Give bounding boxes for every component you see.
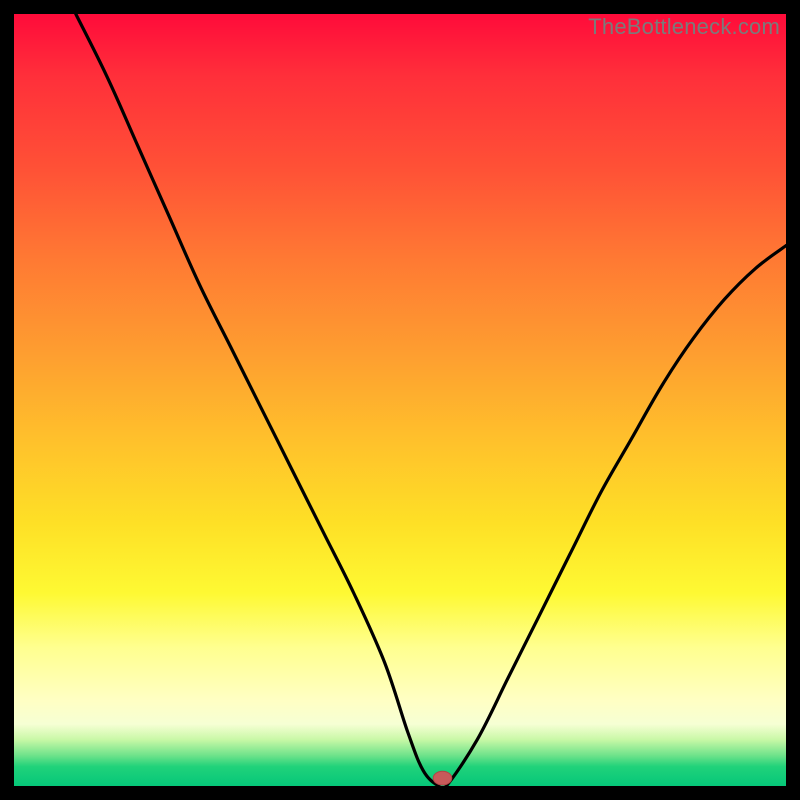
plot-area: TheBottleneck.com — [14, 14, 786, 786]
optimal-point-marker — [433, 771, 452, 785]
chart-svg — [14, 14, 786, 786]
bottleneck-curve — [76, 14, 786, 790]
chart-frame: TheBottleneck.com — [0, 0, 800, 800]
